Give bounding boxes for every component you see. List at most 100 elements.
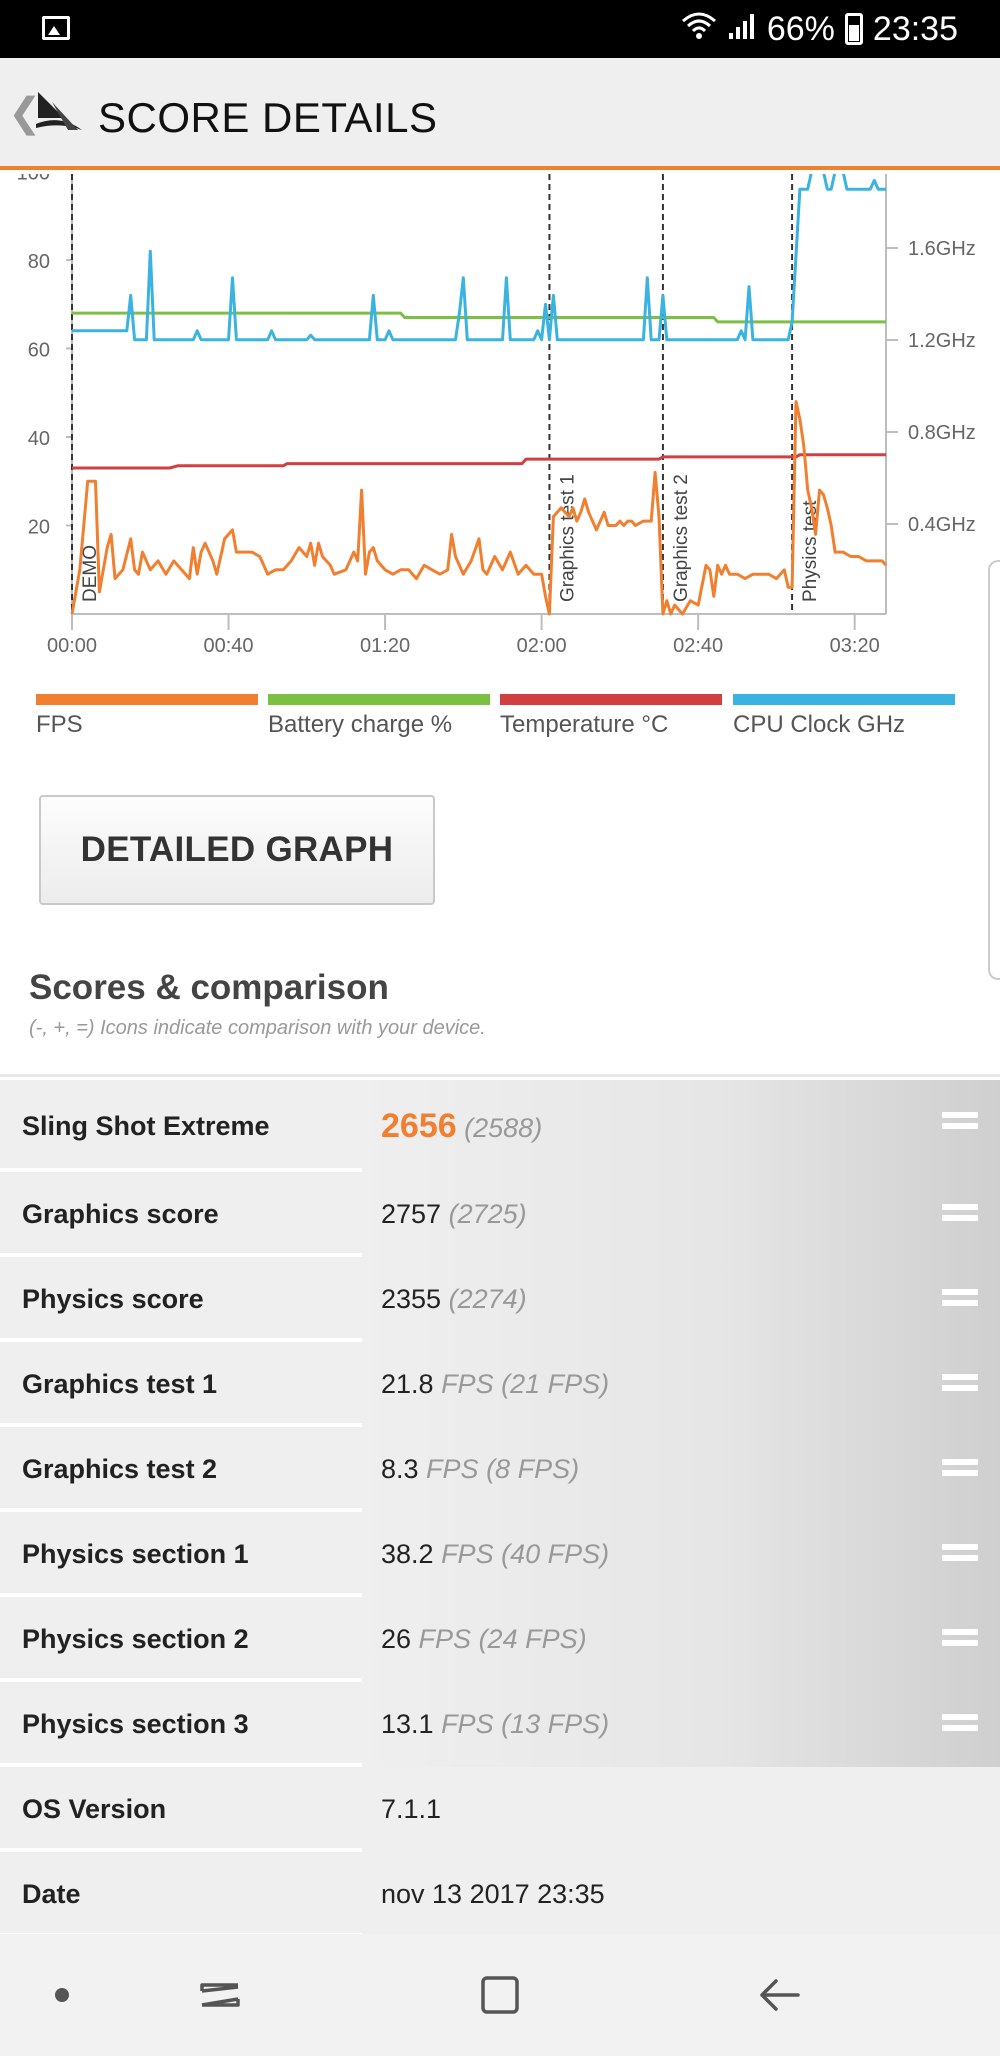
score-name: Date: [22, 1879, 81, 1909]
y-tick-label: 20: [28, 517, 50, 539]
chart-legend: FPS Battery charge % Temperature °C CPU …: [36, 694, 966, 744]
x-tick-label: 00:40: [204, 635, 254, 657]
marker-label: Graphics test 1: [557, 474, 578, 602]
score-row: Graphics test 2 8.3 FPS (8 FPS): [0, 1427, 1000, 1512]
x-tick-label: 00:00: [47, 635, 97, 657]
score-name: Graphics score: [22, 1199, 219, 1229]
series-line-temperature-c: [72, 453, 886, 470]
score-unit: FPS: [433, 1539, 494, 1569]
score-name: Physics section 2: [22, 1624, 249, 1654]
chart-svg: 100 80 60 40 20 1.6GHz 1.2GHz 0.8GHz 0.4GHz 00:00…: [17, 163, 976, 658]
wifi-icon: [681, 11, 717, 48]
score-value: 38.2 FPS (40 FPS): [381, 1512, 609, 1597]
score-name: Physics section 1: [22, 1539, 249, 1569]
y2-tick-label: 0.8GHz: [908, 422, 976, 444]
page-title: SCORE DETAILS: [98, 94, 438, 141]
dot-icon[interactable]: [12, 1934, 112, 2056]
3dmark-logo-icon[interactable]: [34, 84, 84, 140]
battery-icon: [844, 13, 863, 45]
legend-battery-label: Battery charge %: [268, 711, 453, 738]
score-name: Physics score: [22, 1284, 204, 1314]
y2-tick-label: 1.2GHz: [908, 330, 976, 352]
score-value-main: nov 13 2017 23:35: [381, 1879, 605, 1909]
status-bar: 66% 23:35: [0, 0, 1000, 58]
score-value: 7.1.1: [381, 1767, 441, 1852]
equal-comparison-icon: [942, 1289, 978, 1311]
series-line-cpu-clock-ghz: [72, 170, 886, 342]
equal-comparison-icon: [942, 1374, 978, 1396]
x-tick-label: 02:00: [517, 635, 567, 657]
scores-table: Sling Shot Extreme 2656 (2588) Graphics sc…: [0, 1080, 1000, 1937]
score-comparison: (13 FPS): [493, 1709, 610, 1739]
image-notification-icon: [42, 16, 70, 40]
score-row: Graphics score 2757 (2725): [0, 1172, 1000, 1257]
score-unit: FPS: [433, 1709, 494, 1739]
performance-chart: 100 80 60 40 20 1.6GHz 1.2GHz 0.8GHz 0.4GHz 00:00…: [0, 163, 1000, 734]
score-comparison: (21 FPS): [493, 1369, 610, 1399]
back-arrow-icon[interactable]: [730, 1934, 830, 2056]
legend-cpu-label: CPU Clock GHz: [733, 711, 906, 738]
score-value-cell: 2757 (2725): [362, 1172, 1000, 1257]
equal-comparison-icon: [942, 1112, 978, 1134]
score-row: Graphics test 1 21.8 FPS (21 FPS): [0, 1342, 1000, 1427]
home-icon[interactable]: [450, 1934, 550, 2056]
score-row: Date nov 13 2017 23:35: [0, 1852, 1000, 1937]
score-value-cell: 26 FPS (24 FPS): [362, 1597, 1000, 1682]
score-name: Sling Shot Extreme: [22, 1111, 270, 1141]
marker-label: Graphics test 2: [671, 474, 692, 602]
score-unit: FPS: [418, 1454, 479, 1484]
score-row: Physics section 1 38.2 FPS (40 FPS): [0, 1512, 1000, 1597]
score-value-cell: 38.2 FPS (40 FPS): [362, 1512, 1000, 1597]
score-value-main: 13.1: [381, 1709, 434, 1739]
score-value-cell: 13.1 FPS (13 FPS): [362, 1682, 1000, 1767]
y-tick-label: 80: [28, 251, 50, 273]
score-row: OS Version 7.1.1: [0, 1767, 1000, 1852]
legend-fps: FPS: [36, 694, 258, 739]
score-name: Graphics test 1: [22, 1369, 218, 1399]
y2-tick-label: 0.4GHz: [908, 514, 976, 536]
score-comparison: (8 FPS): [478, 1454, 580, 1484]
score-value-cell: 2656 (2588): [362, 1080, 1000, 1172]
equal-comparison-icon: [942, 1714, 978, 1736]
legend-temperature-label: Temperature °C: [500, 711, 669, 738]
legend-battery: Battery charge %: [268, 694, 490, 739]
score-comparison: (24 FPS): [471, 1624, 587, 1654]
equal-comparison-icon: [942, 1544, 978, 1566]
y-tick-label: 60: [28, 340, 50, 362]
score-value-cell: nov 13 2017 23:35: [362, 1852, 1000, 1937]
series-line-fps: [70, 400, 888, 616]
score-value-cell: 8.3 FPS (8 FPS): [362, 1427, 1000, 1512]
series-line-battery-charge-: [72, 311, 886, 324]
recent-apps-icon[interactable]: [170, 1934, 270, 2056]
score-value-main: 2656: [381, 1107, 457, 1145]
score-name: Physics section 3: [22, 1709, 249, 1739]
legend-temperature: Temperature °C: [500, 694, 722, 739]
scores-section-title: Scores & comparison: [29, 968, 389, 1007]
score-value-main: 26: [381, 1624, 412, 1654]
score-value: nov 13 2017 23:35: [381, 1852, 605, 1937]
divider: [0, 1074, 1000, 1077]
score-comparison: (2588): [456, 1113, 543, 1143]
equal-comparison-icon: [942, 1459, 978, 1481]
score-name: Graphics test 2: [22, 1454, 218, 1484]
score-value: 21.8 FPS (21 FPS): [381, 1342, 609, 1427]
scrollbar[interactable]: [988, 560, 1000, 980]
score-row: Physics section 2 26 FPS (24 FPS): [0, 1597, 1000, 1682]
y-tick-label: 100: [17, 174, 50, 185]
detailed-graph-button[interactable]: DETAILED GRAPH: [39, 795, 435, 905]
score-value: 2757 (2725): [381, 1172, 527, 1257]
equal-comparison-icon: [942, 1629, 978, 1651]
y2-tick-label: 1.6GHz: [908, 238, 976, 260]
navigation-bar: [0, 1934, 1000, 2056]
score-value-main: 8.3: [381, 1454, 419, 1484]
app-bar: ❮ SCORE DETAILS: [0, 58, 1000, 170]
score-value-cell: 21.8 FPS (21 FPS): [362, 1342, 1000, 1427]
score-row: Physics score 2355 (2274): [0, 1257, 1000, 1342]
score-value-main: 2355: [381, 1284, 442, 1314]
score-comparison: (2274): [441, 1284, 527, 1314]
score-name: OS Version: [22, 1794, 167, 1824]
score-value-cell: 7.1.1: [362, 1767, 1000, 1852]
score-value-main: 38.2: [381, 1539, 434, 1569]
score-row: Sling Shot Extreme 2656 (2588): [0, 1080, 1000, 1172]
score-value-cell: 2355 (2274): [362, 1257, 1000, 1342]
